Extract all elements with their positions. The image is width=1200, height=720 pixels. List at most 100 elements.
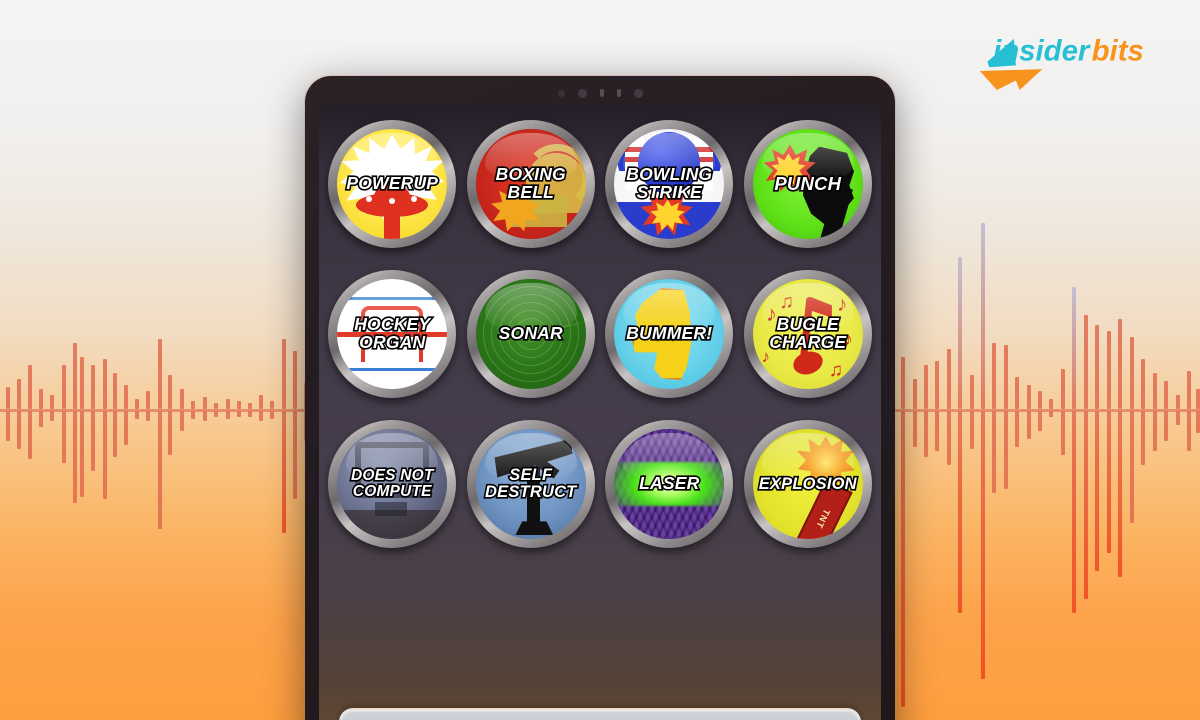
waveform-bar: [1196, 389, 1200, 409]
waveform-bar: [113, 411, 117, 457]
waveform-bar: [259, 395, 263, 409]
pad-face: DOES NOT COMPUTE: [337, 429, 448, 539]
waveform-bar: [1095, 411, 1099, 571]
waveform-bar: [248, 403, 252, 409]
waveform-bar: [1004, 411, 1008, 489]
waveform-bar: [214, 403, 218, 409]
pad-artwork: [337, 429, 448, 539]
waveform-bar: [293, 411, 297, 499]
waveform-bar: [1164, 411, 1168, 441]
waveform-bar: [91, 365, 95, 409]
waveform-bar: [62, 365, 66, 409]
waveform-bar: [1049, 399, 1053, 409]
waveform-bar: [73, 411, 77, 503]
waveform-bar: [1072, 287, 1076, 409]
waveform-bar: [970, 411, 974, 449]
waveform-bar: [191, 401, 195, 409]
waveform-bar: [293, 351, 297, 409]
waveform-bar: [1027, 385, 1031, 409]
waveform-bar: [73, 343, 77, 409]
waveform-bar: [248, 411, 252, 417]
waveform-bar: [1095, 325, 1099, 409]
waveform-bar: [1187, 371, 1191, 409]
pad-artwork: TNT: [752, 429, 863, 539]
pad-artwork: [337, 279, 448, 389]
pad-face: LASER: [614, 429, 725, 539]
pad-artwork: [752, 129, 863, 239]
waveform-bar: [1107, 411, 1111, 553]
waveform-bar: [135, 411, 139, 419]
waveform-bar: [901, 411, 905, 707]
waveform-bar: [50, 411, 54, 421]
sensor-dot: [557, 89, 565, 97]
pad-face: BUMMER!: [614, 279, 725, 389]
pad-face: ♪ ♫ ♪ ♪ ♫ ♪ BUGLE CHARGE: [752, 279, 863, 389]
waveform-bar: [981, 223, 985, 409]
waveform-bar: [1153, 373, 1157, 409]
waveform-bar: [259, 411, 263, 421]
pad-self-destruct[interactable]: SELF DESTRUCT: [466, 420, 595, 548]
waveform-bar: [39, 389, 43, 409]
svg-text:bits: bits: [1092, 35, 1144, 68]
pad-laser[interactable]: LASER: [605, 420, 734, 548]
waveform-bar: [28, 411, 32, 459]
pad-face: BOWLING STRIKE: [614, 129, 725, 239]
pad-face: SONAR: [475, 279, 586, 389]
waveform-bar: [1153, 411, 1157, 451]
pad-does-not-compute[interactable]: DOES NOT COMPUTE: [328, 420, 457, 548]
waveform-bar: [958, 257, 962, 409]
pad-bowling-strike[interactable]: BOWLING STRIKE: [605, 120, 734, 248]
waveform-bar: [1038, 391, 1042, 409]
pad-bugle-charge[interactable]: ♪ ♫ ♪ ♪ ♫ ♪ BUGLE CHARGE: [743, 270, 872, 398]
waveform-bar: [1176, 395, 1180, 409]
pad-sonar[interactable]: SONAR: [466, 270, 595, 398]
waveform-bar: [80, 357, 84, 409]
waveform-bar: [1130, 337, 1134, 409]
waveform-bar: [1072, 411, 1076, 613]
waveform-bar: [158, 339, 162, 409]
waveform-bar: [168, 375, 172, 409]
tablet-device: POWERUP BOXING BELL BOWLING STRIKE PUNCH HOCKE…: [305, 76, 895, 720]
waveform-bar: [17, 411, 21, 449]
pad-bummer[interactable]: BUMMER!: [605, 270, 734, 398]
waveform-bar: [1084, 315, 1088, 409]
waveform-bar: [103, 411, 107, 499]
waveform-bar: [901, 357, 905, 409]
pad-hockey-organ[interactable]: HOCKEY ORGAN: [328, 270, 457, 398]
waveform-bar: [1141, 359, 1145, 409]
waveform-bar: [80, 411, 84, 497]
waveform-bar: [1141, 411, 1145, 465]
waveform-bar: [62, 411, 66, 463]
pad-punch[interactable]: PUNCH: [743, 120, 872, 248]
waveform-bar: [1061, 369, 1065, 409]
waveform-bar: [237, 411, 241, 417]
waveform-bar: [50, 395, 54, 409]
waveform-bar: [1015, 377, 1019, 409]
waveform-bar: [1038, 411, 1042, 431]
pad-powerup[interactable]: POWERUP: [328, 120, 457, 248]
waveform-bar: [270, 401, 274, 409]
pad-artwork: [614, 429, 725, 539]
waveform-bar: [947, 411, 951, 465]
waveform-bar: [113, 373, 117, 409]
pad-artwork: ♪ ♫ ♪ ♪ ♫ ♪: [752, 279, 863, 389]
pad-artwork: [475, 129, 586, 239]
waveform-bar: [981, 411, 985, 679]
waveform-bar: [180, 389, 184, 409]
pad-explosion[interactable]: TNT EXPLOSION: [743, 420, 872, 548]
pad-boxing-bell[interactable]: BOXING BELL: [466, 120, 595, 248]
waveform-bar: [203, 411, 207, 421]
waveform-bar: [168, 411, 172, 455]
waveform-bar: [1118, 411, 1122, 577]
waveform-bar: [913, 411, 917, 447]
waveform-bar: [1004, 345, 1008, 409]
waveform-bar: [214, 411, 218, 417]
pad-artwork: [614, 279, 725, 389]
waveform-bar: [6, 411, 10, 441]
waveform-bar: [1118, 319, 1122, 409]
svg-text:insider: insider: [993, 35, 1091, 68]
waveform-bar: [135, 399, 139, 409]
waveform-bar: [924, 365, 928, 409]
pad-artwork: [475, 279, 586, 389]
tablet-screen: POWERUP BOXING BELL BOWLING STRIKE PUNCH HOCKE…: [319, 104, 881, 720]
